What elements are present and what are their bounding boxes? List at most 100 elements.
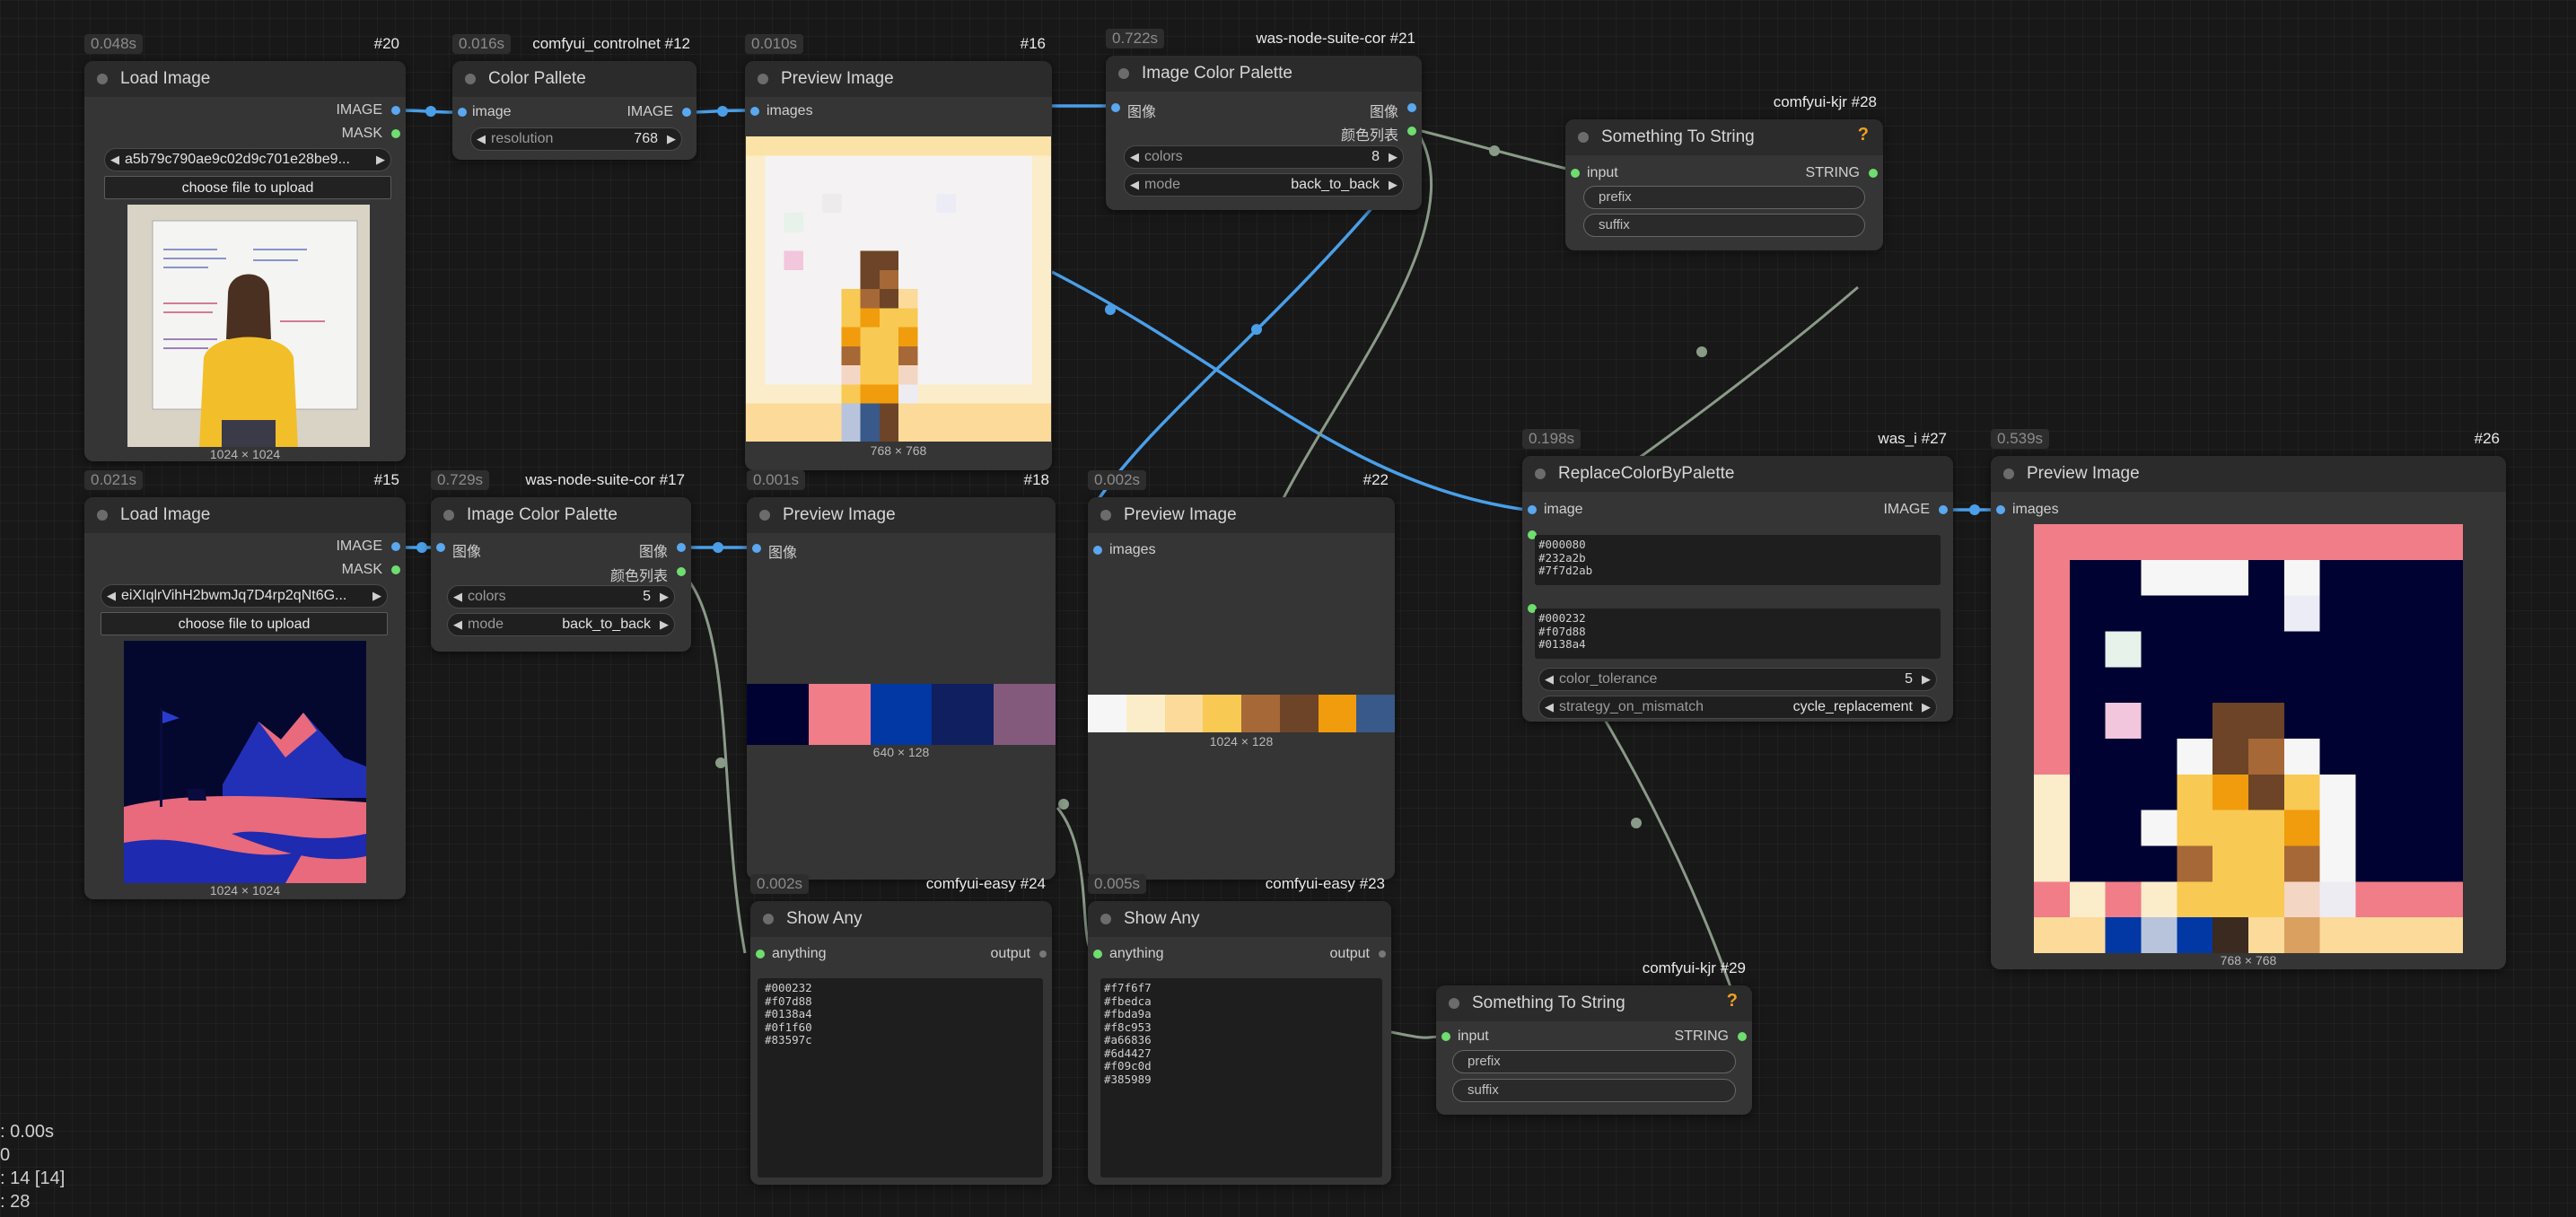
- input-pin[interactable]: [1441, 1032, 1450, 1041]
- collapse-dot-icon[interactable]: [97, 74, 108, 84]
- collapse-dot-icon[interactable]: [1578, 132, 1589, 143]
- input-image-pin[interactable]: [458, 108, 467, 117]
- collapse-dot-icon[interactable]: [1100, 914, 1111, 924]
- output-image-pin[interactable]: [391, 542, 400, 551]
- mode-widget[interactable]: ◀ mode back_to_back ▶: [447, 613, 675, 636]
- input-pin[interactable]: [1571, 169, 1580, 178]
- output-pin[interactable]: [1039, 950, 1047, 958]
- chevron-left-icon[interactable]: ◀: [105, 153, 125, 167]
- collapse-dot-icon[interactable]: [763, 914, 774, 924]
- collapse-dot-icon[interactable]: [759, 510, 770, 521]
- node-header[interactable]: Show Any: [750, 901, 1052, 937]
- show-any-node-24[interactable]: 0.002s comfyui-easy #24 Show Any anythin…: [750, 874, 1052, 1185]
- node-header[interactable]: Something To String: [1565, 119, 1883, 155]
- input-images-pin[interactable]: [752, 544, 761, 553]
- increment-icon[interactable]: ▶: [654, 590, 674, 604]
- node-header[interactable]: Preview Image: [1991, 456, 2506, 492]
- collapse-dot-icon[interactable]: [1449, 998, 1459, 1009]
- decrement-icon[interactable]: ◀: [448, 590, 468, 604]
- collapse-dot-icon[interactable]: [443, 510, 454, 521]
- decrement-icon[interactable]: ◀: [448, 617, 468, 632]
- color-pallete-node-12[interactable]: 0.016s comfyui_controlnet #12 Color Pall…: [452, 34, 697, 160]
- image-color-palette-node-21[interactable]: 0.722s was-node-suite-cor #21 Image Colo…: [1106, 29, 1422, 210]
- suffix-field[interactable]: suffix: [1583, 214, 1865, 237]
- output-mask-pin[interactable]: [391, 565, 400, 574]
- chevron-left-icon[interactable]: ◀: [101, 589, 121, 603]
- increment-icon[interactable]: ▶: [1383, 150, 1403, 164]
- output-image-pin[interactable]: [1939, 505, 1948, 514]
- increment-icon[interactable]: ▶: [662, 132, 681, 146]
- replace-color-by-palette-node-27[interactable]: 0.198s was_i #27 ReplaceColorByPalette i…: [1522, 429, 1953, 722]
- preview-image-node-18[interactable]: 0.001s #18 Preview Image 图像 640 × 128: [747, 470, 1056, 880]
- increment-icon[interactable]: ▶: [1916, 672, 1936, 687]
- load-image-node-20[interactable]: 0.048s #20 Load Image IMAGE MASK ◀ a5b79…: [84, 34, 406, 461]
- something-to-string-node-28[interactable]: comfyui-kjr #28 Something To String ? in…: [1565, 93, 1883, 250]
- input-image-pin[interactable]: [436, 543, 445, 552]
- help-icon[interactable]: ?: [1727, 991, 1738, 1011]
- preview-image-node-26[interactable]: 0.539s #26 Preview Image images 768 × 76…: [1991, 429, 2506, 969]
- chevron-right-icon[interactable]: ▶: [367, 589, 387, 603]
- upload-button[interactable]: choose file to upload: [101, 612, 388, 635]
- output-image-pin[interactable]: [391, 106, 400, 115]
- input-images-pin[interactable]: [1996, 505, 2005, 514]
- preview-image-node-22[interactable]: 0.002s #22 Preview Image images 1024 × 1…: [1088, 470, 1395, 880]
- node-header[interactable]: Load Image: [84, 497, 406, 533]
- output-color-list-pin[interactable]: [677, 567, 686, 576]
- output-image-pin[interactable]: [1407, 103, 1416, 112]
- collapse-dot-icon[interactable]: [1535, 468, 1546, 479]
- upload-button[interactable]: choose file to upload: [104, 176, 391, 199]
- output-string-pin[interactable]: [1869, 169, 1878, 178]
- decrement-icon[interactable]: ◀: [1125, 150, 1144, 164]
- mode-widget[interactable]: ◀ mode back_to_back ▶: [1124, 173, 1404, 197]
- input-image-pin[interactable]: [1528, 505, 1537, 514]
- colors-widget[interactable]: ◀ colors 5 ▶: [447, 585, 675, 608]
- node-header[interactable]: Preview Image: [1088, 497, 1395, 533]
- image-color-palette-node-17[interactable]: 0.729s was-node-suite-cor #17 Image Colo…: [431, 470, 691, 652]
- preview-image-node-16[interactable]: 0.010s #16 Preview Image images 768 × 76…: [745, 34, 1052, 470]
- collapse-dot-icon[interactable]: [2003, 468, 2014, 479]
- decrement-icon[interactable]: ◀: [1125, 178, 1144, 192]
- node-header[interactable]: Preview Image: [745, 61, 1052, 97]
- output-image-pin[interactable]: [682, 108, 691, 117]
- node-header[interactable]: Something To String: [1436, 985, 1752, 1021]
- show-any-node-23[interactable]: 0.005s comfyui-easy #23 Show Any anythin…: [1088, 874, 1391, 1185]
- node-header[interactable]: Load Image: [84, 61, 406, 97]
- increment-icon[interactable]: ▶: [1916, 700, 1936, 714]
- input-anything-pin[interactable]: [1093, 950, 1102, 959]
- output-image-pin[interactable]: [677, 543, 686, 552]
- colors-widget[interactable]: ◀ colors 8 ▶: [1124, 145, 1404, 169]
- input-images-pin[interactable]: [1093, 546, 1102, 555]
- collapse-dot-icon[interactable]: [1118, 68, 1129, 79]
- output-pin[interactable]: [1379, 950, 1386, 958]
- increment-icon[interactable]: ▶: [1383, 178, 1403, 192]
- help-icon[interactable]: ?: [1858, 125, 1869, 145]
- decrement-icon[interactable]: ◀: [1539, 672, 1559, 687]
- decrement-icon[interactable]: ◀: [1539, 700, 1559, 714]
- decrement-icon[interactable]: ◀: [471, 132, 491, 146]
- resolution-widget[interactable]: ◀ resolution 768 ▶: [470, 127, 682, 151]
- input-anything-pin[interactable]: [756, 950, 765, 959]
- node-header[interactable]: Show Any: [1088, 901, 1391, 937]
- node-header[interactable]: Preview Image: [747, 497, 1056, 533]
- node-header[interactable]: Image Color Palette: [431, 497, 691, 533]
- strategy-on-mismatch-widget[interactable]: ◀ strategy_on_mismatch cycle_replacement…: [1538, 696, 1937, 719]
- collapse-dot-icon[interactable]: [758, 74, 768, 84]
- chevron-right-icon[interactable]: ▶: [371, 153, 390, 167]
- color-tolerance-widget[interactable]: ◀ color_tolerance 5 ▶: [1538, 668, 1937, 691]
- node-header[interactable]: Color Pallete: [452, 61, 697, 97]
- input-image-pin[interactable]: [1111, 103, 1120, 112]
- node-header[interactable]: Image Color Palette: [1106, 56, 1422, 92]
- image-file-select[interactable]: ◀ eiXIqlrVihH2bwmJq7D4rp2qNt6G... ▶: [101, 584, 388, 608]
- collapse-dot-icon[interactable]: [97, 510, 108, 521]
- image-file-select[interactable]: ◀ a5b79c790ae9c02d9c701e28be9... ▶: [104, 148, 391, 171]
- output-mask-pin[interactable]: [391, 129, 400, 138]
- node-header[interactable]: ReplaceColorByPalette: [1522, 456, 1953, 492]
- output-string-pin[interactable]: [1738, 1032, 1747, 1041]
- prefix-field[interactable]: prefix: [1452, 1050, 1736, 1073]
- suffix-field[interactable]: suffix: [1452, 1079, 1736, 1102]
- something-to-string-node-29[interactable]: comfyui-kjr #29 Something To String ? in…: [1436, 959, 1752, 1115]
- collapse-dot-icon[interactable]: [1100, 510, 1111, 521]
- collapse-dot-icon[interactable]: [465, 74, 476, 84]
- prefix-field[interactable]: prefix: [1583, 186, 1865, 209]
- load-image-node-15[interactable]: 0.021s #15 Load Image IMAGE MASK ◀ eiXIq…: [84, 470, 406, 899]
